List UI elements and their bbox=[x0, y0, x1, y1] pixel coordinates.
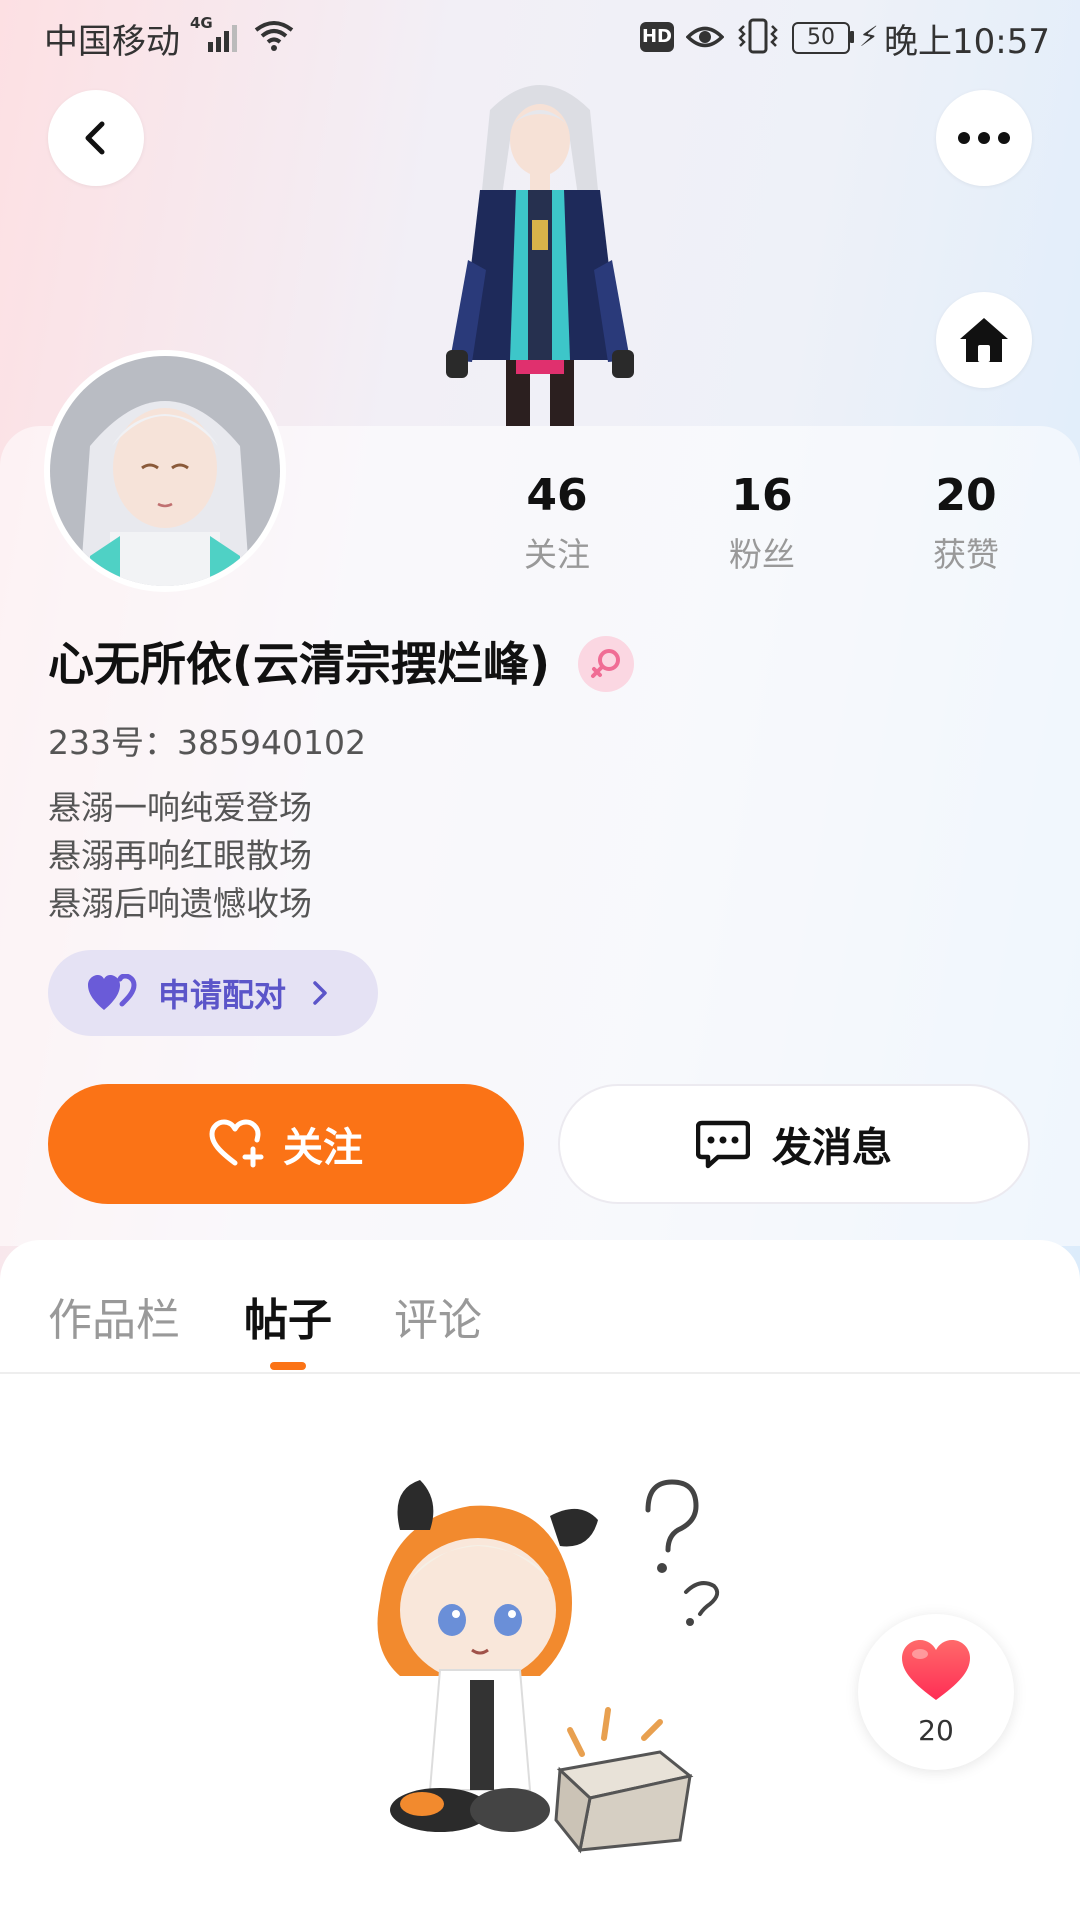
chevron-right-icon bbox=[313, 981, 327, 1005]
chevron-left-icon bbox=[85, 121, 105, 155]
home-icon bbox=[960, 318, 1008, 362]
chat-bubble-icon bbox=[696, 1120, 750, 1169]
bio: 悬溺一响纯爱登场 悬溺再响红眼散场 悬溺后响遗憾收场 bbox=[48, 784, 312, 928]
hd-icon: HD bbox=[640, 22, 674, 52]
avatar[interactable] bbox=[44, 350, 286, 592]
following-count: 46 bbox=[526, 470, 588, 521]
stat-following[interactable]: 46 关注 bbox=[477, 468, 637, 576]
eye-icon bbox=[686, 26, 724, 48]
empty-state-illustration bbox=[377, 1479, 720, 1854]
follow-label: 关注 bbox=[283, 1125, 363, 1171]
home-button[interactable] bbox=[936, 292, 1032, 388]
user-id-value: 385940102 bbox=[177, 723, 366, 762]
tab-comments[interactable]: 评论 bbox=[394, 1284, 482, 1348]
following-label: 关注 bbox=[524, 535, 590, 574]
clock: 晚上10:57 bbox=[884, 22, 1050, 62]
more-dots-icon bbox=[958, 132, 1010, 144]
heart-icon bbox=[902, 1640, 970, 1700]
pair-request-label: 申请配对 bbox=[158, 976, 287, 1014]
battery-indicator: 50 bbox=[792, 22, 850, 54]
pair-request-button[interactable]: 申请配对 bbox=[48, 950, 378, 1036]
status-bar: 中国移动 4G HD 50 ⚡ 晚上10:57 bbox=[0, 0, 1080, 76]
bio-line: 悬溺一响纯爱登场 bbox=[48, 788, 312, 827]
floating-like-button[interactable]: 20 bbox=[858, 1614, 1014, 1770]
fans-label: 粉丝 bbox=[729, 535, 795, 574]
gender-badge bbox=[578, 636, 634, 692]
charging-icon: ⚡ bbox=[859, 20, 879, 53]
stat-fans[interactable]: 16 粉丝 bbox=[682, 468, 842, 576]
back-button[interactable] bbox=[48, 90, 144, 186]
fans-count: 16 bbox=[731, 470, 793, 521]
carrier-name: 中国移动 bbox=[44, 22, 180, 62]
tab-works[interactable]: 作品栏 bbox=[48, 1284, 180, 1348]
banner-character-image bbox=[446, 85, 634, 426]
send-message-button[interactable]: 发消息 bbox=[558, 1084, 1030, 1204]
follow-button[interactable]: 关注 bbox=[48, 1084, 524, 1204]
bio-line: 悬溺后响遗憾收场 bbox=[48, 884, 312, 923]
avatar-image bbox=[50, 356, 280, 586]
vibrate-icon bbox=[738, 18, 778, 54]
likes-label: 获赞 bbox=[933, 535, 999, 574]
tabs-divider bbox=[0, 1372, 1080, 1374]
tab-posts[interactable]: 帖子 bbox=[244, 1284, 332, 1348]
hearts-icon bbox=[88, 974, 137, 1010]
user-id-label: 233号： bbox=[48, 723, 177, 762]
battery-tip bbox=[850, 31, 854, 43]
female-icon bbox=[591, 649, 620, 678]
stat-likes[interactable]: 20 获赞 bbox=[886, 468, 1046, 576]
heart-plus-icon bbox=[209, 1119, 264, 1168]
bio-line: 悬溺再响红眼散场 bbox=[48, 836, 312, 875]
likes-count: 20 bbox=[935, 470, 997, 521]
username: 心无所依(云清宗摆烂峰) bbox=[48, 637, 551, 691]
send-message-label: 发消息 bbox=[772, 1125, 892, 1171]
floating-like-count: 20 bbox=[918, 1714, 954, 1747]
user-id-row: 233号：385940102 bbox=[48, 716, 366, 764]
wifi-icon bbox=[254, 21, 294, 51]
active-tab-indicator bbox=[270, 1362, 306, 1370]
signal-icon bbox=[208, 25, 237, 52]
more-button[interactable] bbox=[936, 90, 1032, 186]
